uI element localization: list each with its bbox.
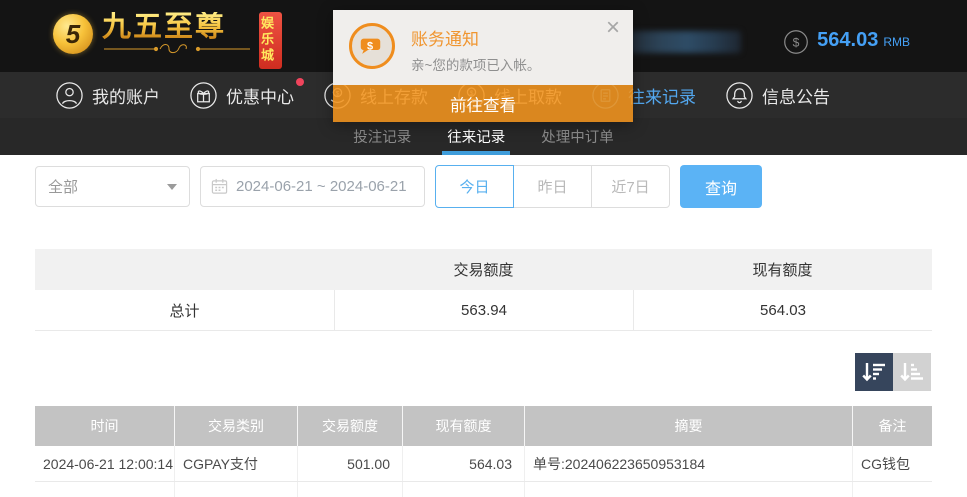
cell-summary: 单号:202406223650953184 [525, 446, 853, 481]
nav-label: 信息公告 [762, 83, 830, 108]
tab-betting-records[interactable]: 投注记录 [350, 118, 414, 155]
date-range-value: 2024-06-21 ~ 2024-06-21 [236, 178, 407, 195]
gift-icon [189, 81, 218, 110]
dollar-coin-icon: $ [783, 29, 809, 55]
sort-descending-button[interactable] [855, 353, 893, 391]
cell-remark: CG钱包 [853, 446, 932, 481]
nav-my-account[interactable]: 我的账户 [55, 81, 160, 110]
nav-announcements[interactable]: 信息公告 [725, 81, 830, 110]
summary-header-row: 交易额度 现有额度 [35, 249, 932, 290]
table-row: 2024-06-21 12:00:14 CGPAY支付 501.00 564.0… [35, 446, 932, 482]
filter-bar: 全部 2024-06-21 ~ 2024-06-21 今日 昨日 近7日 查询 [35, 165, 967, 208]
tab-transaction-records[interactable]: 往来记录 [444, 118, 508, 155]
finance-notification-toast: $ 账务通知 亲~您的款项已入帐。 × 前往查看 [333, 10, 633, 122]
yesterday-button[interactable]: 昨日 [513, 165, 592, 208]
col-summary: 摘要 [525, 406, 853, 446]
tab-pending-orders[interactable]: 处理中订单 [538, 118, 617, 155]
col-type: 交易类别 [175, 406, 298, 446]
flourish-icon [102, 43, 252, 54]
date-range-input[interactable]: 2024-06-21 ~ 2024-06-21 [200, 166, 425, 207]
calendar-icon [211, 178, 228, 195]
cell-amount: 501.00 [298, 446, 403, 481]
record-tabs: 投注记录 往来记录 处理中订单 [0, 118, 967, 155]
cell-time [35, 482, 175, 497]
sort-ascending-button[interactable] [893, 353, 931, 391]
brand-text-block: 九五至尊 [102, 12, 252, 54]
cell-summary [525, 482, 853, 497]
cell-type: CGPAY支付 [175, 446, 298, 481]
type-select[interactable]: 全部 [35, 166, 190, 207]
brand-badge: 娱乐城 [259, 12, 282, 69]
summary-table: 交易额度 现有额度 总计 563.94 564.03 [35, 249, 932, 331]
notification-dot [296, 78, 304, 86]
account-area: $ 564.03 RMB [598, 28, 910, 55]
nav-label: 往来记录 [628, 83, 696, 108]
last7days-button[interactable]: 近7日 [591, 165, 670, 208]
query-button[interactable]: 查询 [680, 165, 762, 208]
summary-total-label: 总计 [35, 290, 334, 330]
wallet-balance: $ 564.03 RMB [783, 29, 910, 55]
person-icon [55, 81, 84, 110]
page: 5 九五至尊 娱乐城 [0, 0, 967, 497]
cell-amount [298, 482, 403, 497]
svg-text:$: $ [793, 35, 800, 49]
toast-body: $ 账务通知 亲~您的款项已入帐。 × [333, 10, 633, 85]
cell-time: 2024-06-21 12:00:14 [35, 446, 175, 481]
username-redacted[interactable] [629, 31, 741, 53]
col-amount: 交易额度 [298, 406, 403, 446]
brand-logo[interactable]: 5 九五至尊 娱乐城 [53, 12, 282, 69]
summary-total-row: 总计 563.94 564.03 [35, 290, 932, 331]
table-row-clipped [35, 482, 932, 497]
sort-toolbar [0, 353, 931, 391]
close-icon[interactable]: × [606, 16, 620, 40]
toast-message: 亲~您的款项已入帐。 [411, 54, 540, 74]
balance-amount: 564.03 [817, 29, 878, 52]
nav-promotions[interactable]: 优惠中心 [189, 81, 294, 110]
summary-header-balance: 现有额度 [633, 249, 932, 290]
cell-remark [853, 482, 932, 497]
records-header-row: 时间 交易类别 交易额度 现有额度 摘要 备注 [35, 406, 932, 446]
logo-95-icon: 5 [53, 14, 93, 54]
summary-header-amount: 交易额度 [334, 249, 633, 290]
summary-total-balance: 564.03 [633, 290, 932, 330]
balance-currency: RMB [883, 35, 910, 49]
today-button[interactable]: 今日 [435, 165, 514, 208]
cell-balance: 564.03 [403, 446, 525, 481]
type-select-value: 全部 [48, 176, 78, 197]
summary-header-empty [35, 249, 334, 290]
sort-desc-icon [860, 359, 888, 385]
bell-icon [725, 81, 754, 110]
toast-go-view-button[interactable]: 前往查看 [333, 85, 633, 122]
summary-total-amount: 563.94 [334, 290, 633, 330]
cell-balance [403, 482, 525, 497]
chevron-down-icon [167, 184, 177, 190]
toast-title: 账务通知 [411, 25, 479, 50]
money-bubble-icon: $ [349, 23, 395, 69]
col-time: 时间 [35, 406, 175, 446]
nav-label: 优惠中心 [226, 83, 294, 108]
col-remark: 备注 [853, 406, 932, 446]
nav-label: 我的账户 [92, 83, 160, 108]
cell-type [175, 482, 298, 497]
sort-asc-icon [898, 359, 926, 385]
brand-name: 九五至尊 [102, 12, 252, 42]
records-table: 时间 交易类别 交易额度 现有额度 摘要 备注 2024-06-21 12:00… [35, 406, 932, 497]
col-balance: 现有额度 [403, 406, 525, 446]
quick-range-group: 今日 昨日 近7日 [435, 165, 670, 208]
svg-text:$: $ [367, 41, 373, 53]
